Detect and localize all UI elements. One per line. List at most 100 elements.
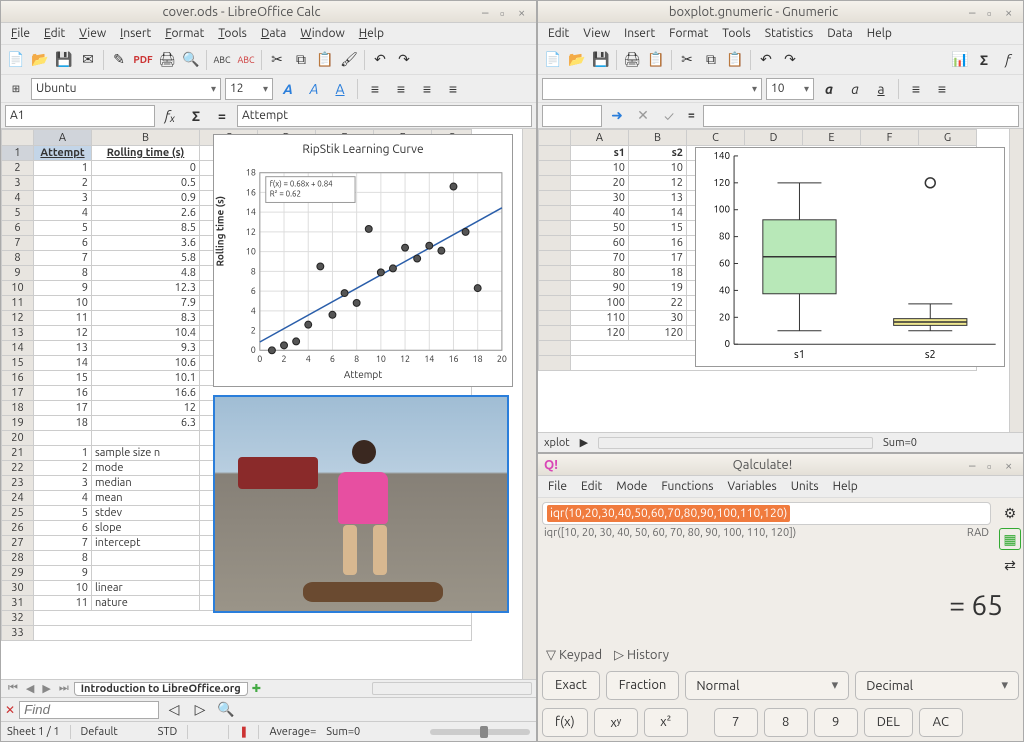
row-header[interactable]: 29 bbox=[2, 566, 34, 581]
exact-button[interactable]: Exact bbox=[542, 671, 600, 700]
cell[interactable]: mode bbox=[92, 461, 200, 476]
col-header-F[interactable]: F bbox=[861, 130, 919, 146]
menu-insert[interactable]: Insert bbox=[114, 25, 157, 42]
row-header[interactable] bbox=[539, 206, 571, 221]
row-header[interactable] bbox=[539, 251, 571, 266]
menu-mode[interactable]: Mode bbox=[610, 478, 653, 495]
col-header-B[interactable]: B bbox=[629, 130, 687, 146]
row-header[interactable] bbox=[539, 191, 571, 206]
row-header[interactable]: 3 bbox=[2, 176, 34, 191]
cell[interactable]: 80 bbox=[571, 266, 629, 281]
align-center-icon[interactable]: ≡ bbox=[390, 78, 412, 100]
cell[interactable]: 0 bbox=[92, 161, 200, 176]
cell[interactable]: 120 bbox=[629, 326, 687, 341]
row-header[interactable]: 27 bbox=[2, 536, 34, 551]
cell[interactable]: 7 bbox=[34, 251, 92, 266]
save-icon[interactable]: 💾 bbox=[590, 49, 612, 71]
accept-icon[interactable]: ✓ bbox=[658, 105, 680, 127]
cell[interactable]: 11 bbox=[34, 596, 92, 611]
row-header[interactable]: 14 bbox=[2, 341, 34, 356]
cell[interactable]: 16.6 bbox=[92, 386, 200, 401]
copy-icon[interactable]: ⧉ bbox=[700, 49, 722, 71]
cell[interactable]: 17 bbox=[629, 251, 687, 266]
col-header-D[interactable]: D bbox=[745, 130, 803, 146]
row-header[interactable]: 15 bbox=[2, 356, 34, 371]
maximize-icon[interactable]: ▫ bbox=[987, 459, 999, 471]
row-header[interactable]: 9 bbox=[2, 266, 34, 281]
cell[interactable]: 3 bbox=[34, 191, 92, 206]
cell[interactable]: 30 bbox=[571, 191, 629, 206]
cell[interactable]: 12.3 bbox=[92, 281, 200, 296]
fx-icon[interactable]: f bbox=[997, 49, 1019, 71]
align-center-icon[interactable]: ≡ bbox=[931, 78, 953, 100]
cell[interactable]: 15 bbox=[34, 371, 92, 386]
cell[interactable]: 12 bbox=[34, 326, 92, 341]
menu-edit[interactable]: Edit bbox=[542, 25, 575, 42]
cell-ref-box[interactable]: A1 bbox=[5, 105, 155, 127]
lo-titlebar[interactable]: cover.ods - LibreOffice Calc – ▫ × bbox=[1, 1, 536, 23]
cell[interactable]: nature bbox=[92, 596, 200, 611]
cell[interactable]: 13 bbox=[34, 341, 92, 356]
embedded-image[interactable] bbox=[213, 395, 509, 613]
menu-view[interactable]: View bbox=[577, 25, 616, 42]
cell[interactable] bbox=[92, 551, 200, 566]
close-icon[interactable]: × bbox=[1005, 459, 1017, 471]
cell[interactable]: 10 bbox=[34, 296, 92, 311]
cell[interactable]: 18 bbox=[34, 416, 92, 431]
maximize-icon[interactable]: ▫ bbox=[500, 6, 512, 18]
menu-window[interactable]: Window bbox=[294, 25, 350, 42]
print-icon[interactable]: 🖨 bbox=[621, 49, 643, 71]
redo-icon[interactable]: ↷ bbox=[393, 49, 415, 71]
cell[interactable]: 100 bbox=[571, 296, 629, 311]
menu-units[interactable]: Units bbox=[785, 478, 825, 495]
cell[interactable]: 15 bbox=[629, 221, 687, 236]
cut-icon[interactable]: ✂ bbox=[266, 49, 288, 71]
align-justify-icon[interactable]: ≡ bbox=[442, 78, 464, 100]
undo-icon[interactable]: ↶ bbox=[369, 49, 391, 71]
modified-icon[interactable]: ❚ bbox=[239, 725, 248, 738]
italic-icon[interactable]: a bbox=[844, 78, 866, 100]
edit-icon[interactable]: ✎ bbox=[108, 49, 130, 71]
row-header[interactable]: 25 bbox=[2, 506, 34, 521]
row-header[interactable]: 32 bbox=[2, 611, 34, 626]
equals-icon[interactable]: = bbox=[211, 105, 233, 127]
cell[interactable]: 8 bbox=[34, 266, 92, 281]
cell[interactable]: intercept bbox=[92, 536, 200, 551]
xy-button[interactable]: xʸ bbox=[594, 708, 638, 737]
cell[interactable]: 0.9 bbox=[92, 191, 200, 206]
status-average[interactable]: Average= bbox=[269, 726, 316, 738]
formula-input[interactable] bbox=[703, 105, 1019, 127]
row-header[interactable]: 28 bbox=[2, 551, 34, 566]
cell[interactable]: 12 bbox=[629, 176, 687, 191]
cell[interactable]: 10 bbox=[629, 161, 687, 176]
key-9[interactable]: 9 bbox=[814, 708, 858, 737]
del-button[interactable]: DEL bbox=[864, 708, 913, 737]
undo-icon[interactable]: ↶ bbox=[755, 49, 777, 71]
row-header[interactable]: 19 bbox=[2, 416, 34, 431]
cell[interactable]: 10.6 bbox=[92, 356, 200, 371]
cell[interactable]: median bbox=[92, 476, 200, 491]
menu-file[interactable]: File bbox=[5, 25, 36, 42]
cell[interactable]: 50 bbox=[571, 221, 629, 236]
row-header[interactable]: 1 bbox=[2, 146, 34, 161]
key-7[interactable]: 7 bbox=[714, 708, 758, 737]
menu-functions[interactable]: Functions bbox=[655, 478, 719, 495]
angle-mode[interactable]: RAD bbox=[967, 527, 989, 539]
status-sum[interactable]: Sum=0 bbox=[883, 437, 917, 449]
cell[interactable]: 7 bbox=[34, 536, 92, 551]
open-icon[interactable]: 📂 bbox=[566, 49, 588, 71]
scatter-chart[interactable]: RipStik Learning Curve Rolling time (s) … bbox=[213, 134, 513, 387]
cell[interactable]: 19 bbox=[629, 281, 687, 296]
minimize-icon[interactable]: – bbox=[969, 6, 981, 18]
ac-button[interactable]: AC bbox=[919, 708, 963, 737]
row-header[interactable]: 16 bbox=[2, 371, 34, 386]
status-xplot[interactable]: xplot bbox=[544, 437, 570, 449]
cell[interactable]: 6 bbox=[34, 236, 92, 251]
tab-next-icon[interactable]: ▶ bbox=[39, 682, 53, 695]
minimize-icon[interactable]: – bbox=[482, 6, 494, 18]
cell[interactable]: Rolling time (s) bbox=[92, 146, 200, 161]
sum-icon[interactable]: Σ bbox=[973, 49, 995, 71]
history-toggle[interactable]: ▷ History bbox=[614, 648, 669, 662]
cell[interactable]: 10.1 bbox=[92, 371, 200, 386]
keypad-toggle[interactable]: ▽ Keypad bbox=[546, 648, 602, 662]
